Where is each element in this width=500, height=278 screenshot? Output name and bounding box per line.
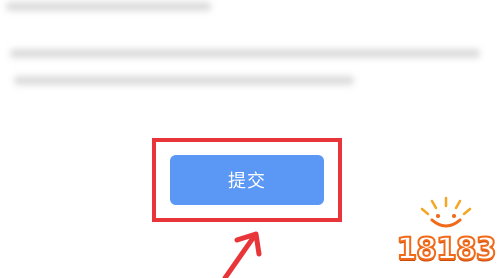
blurred-text-line xyxy=(14,76,354,85)
submit-button[interactable]: 提交 xyxy=(170,155,324,205)
blurred-text-line xyxy=(10,49,480,58)
logo-text: 18183 xyxy=(395,231,497,268)
blurred-text-line xyxy=(6,2,211,11)
arrow-up-icon xyxy=(222,231,262,278)
